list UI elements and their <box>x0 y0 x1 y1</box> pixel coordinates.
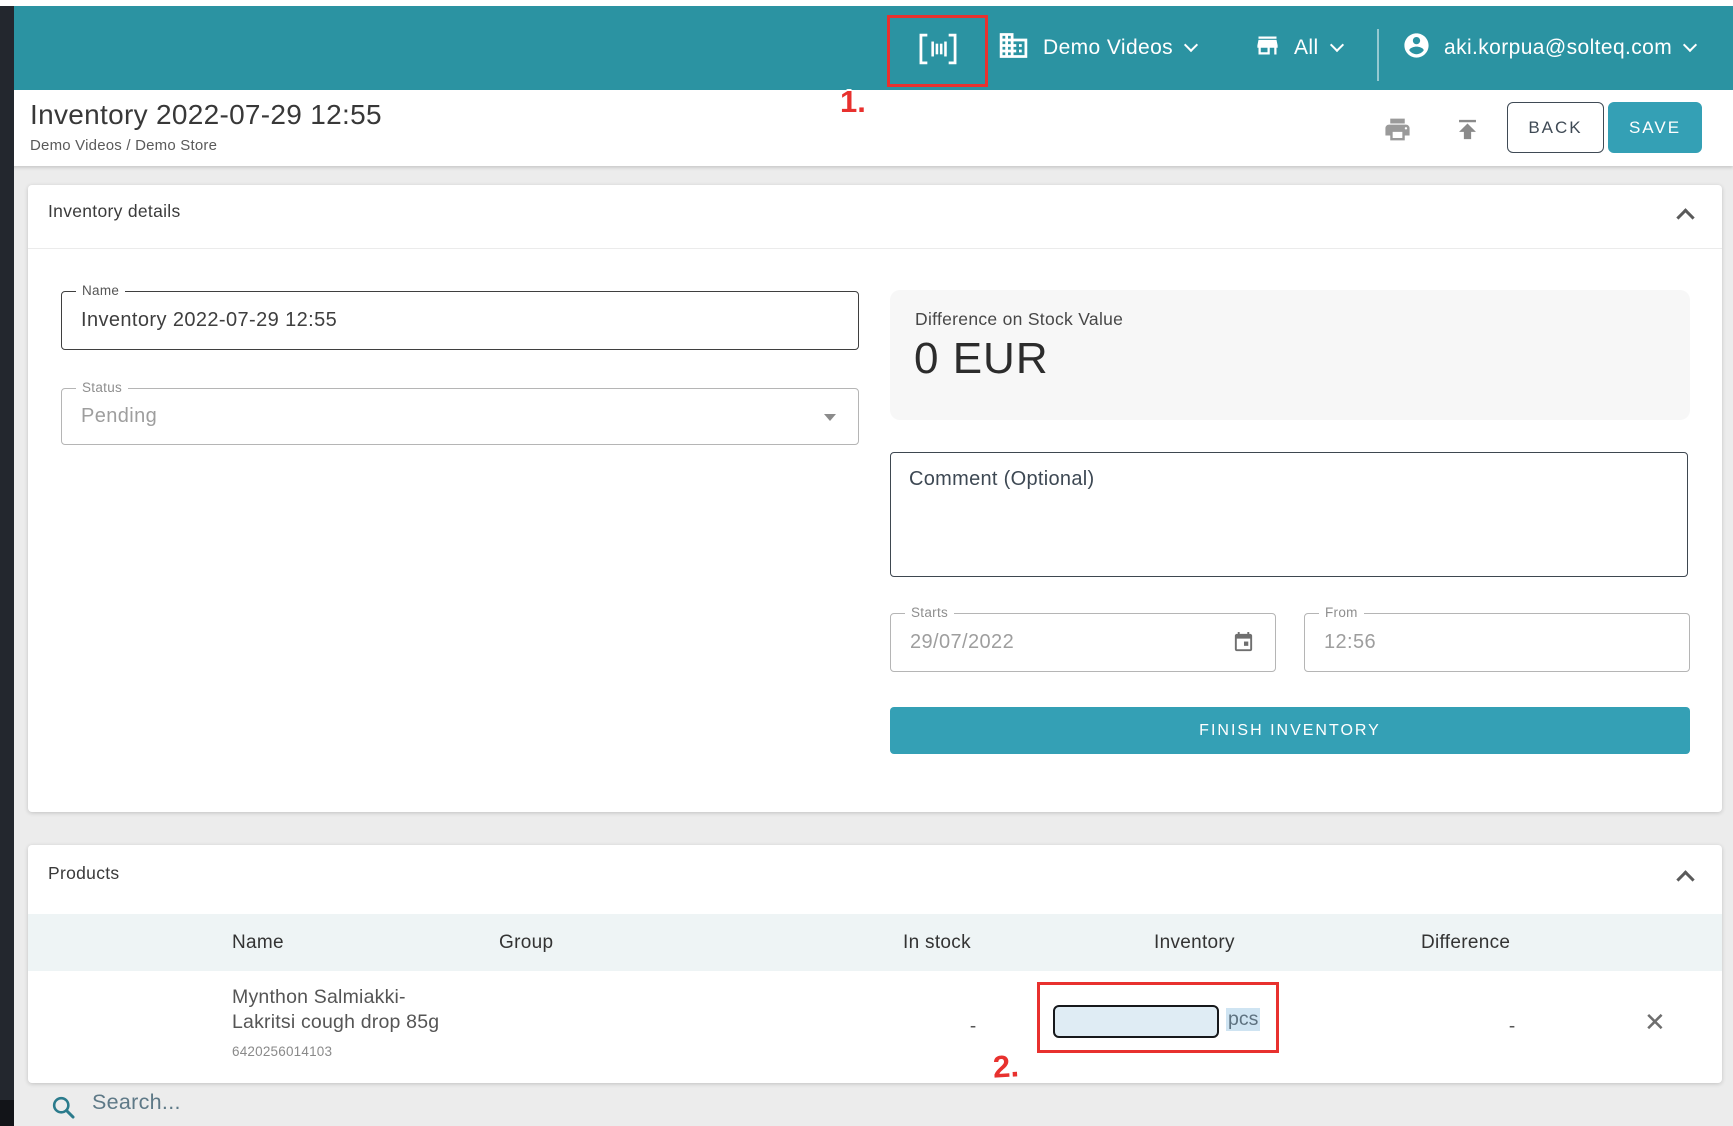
divider <box>28 248 1722 249</box>
chevron-down-icon <box>1329 38 1343 52</box>
product-ean: 6420256014103 <box>232 1039 440 1064</box>
calendar-icon[interactable] <box>1232 631 1255 659</box>
column-header-name: Name <box>232 914 284 971</box>
app-topbar: Demo Videos All aki.korpua@solteq.com <box>0 6 1733 90</box>
company-selector[interactable]: Demo Videos <box>997 6 1196 90</box>
dropdown-arrow-icon <box>824 414 836 421</box>
comment-field[interactable] <box>890 452 1688 577</box>
page-header: Inventory 2022-07-29 12:55 Demo Videos /… <box>0 90 1733 166</box>
inventory-quantity-input[interactable] <box>1055 1007 1219 1036</box>
top-edge-strip <box>0 0 1733 6</box>
search-bar[interactable] <box>14 1086 1733 1126</box>
upload-icon[interactable] <box>1453 115 1482 149</box>
building-icon <box>997 29 1030 67</box>
column-header-difference: Difference <box>1421 914 1510 971</box>
from-field[interactable]: From <box>1304 613 1690 672</box>
inventory-details-title: Inventory details <box>48 201 181 222</box>
search-input[interactable] <box>92 1090 792 1115</box>
name-field[interactable]: Name <box>61 291 859 350</box>
annotation-box-2: pcs <box>1037 982 1279 1053</box>
name-input[interactable] <box>62 292 778 349</box>
starts-input[interactable] <box>891 614 1179 671</box>
collapse-chevron-icon[interactable] <box>1676 870 1694 888</box>
product-name-cell: Mynthon Salmiakki-Lakritsi cough drop 85… <box>232 985 440 1064</box>
collapse-chevron-icon[interactable] <box>1676 208 1694 226</box>
store-selector[interactable]: All <box>1254 6 1342 90</box>
page-title: Inventory 2022-07-29 12:55 <box>30 99 382 131</box>
company-selector-label: Demo Videos <box>1043 36 1173 60</box>
column-header-in-stock: In stock <box>903 914 971 971</box>
user-menu[interactable]: aki.korpua@solteq.com <box>1402 6 1695 90</box>
user-email: aki.korpua@solteq.com <box>1444 36 1672 60</box>
table-row: Mynthon Salmiakki-Lakritsi cough drop 85… <box>28 971 1722 1083</box>
column-header-group: Group <box>499 914 553 971</box>
column-header-inventory: Inventory <box>1154 914 1235 971</box>
chevron-down-icon <box>1683 38 1697 52</box>
product-name: Mynthon Salmiakki-Lakritsi cough drop 85… <box>232 985 440 1035</box>
annotation-step-2: 2. <box>992 1048 1020 1085</box>
status-value: Pending <box>62 389 858 444</box>
difference-value-cell: - <box>1482 971 1542 1083</box>
account-avatar-icon <box>1402 31 1431 65</box>
background-window-edge-footer <box>0 1100 14 1126</box>
status-field[interactable]: Status Pending <box>61 388 859 445</box>
topbar-divider <box>1377 29 1379 81</box>
annotation-step-1: 1. <box>840 84 866 120</box>
starts-field[interactable]: Starts <box>890 613 1276 672</box>
chevron-down-icon <box>1184 38 1198 52</box>
inventory-quantity-field[interactable] <box>1053 1005 1219 1038</box>
annotation-box-1 <box>887 15 988 87</box>
starts-field-label: Starts <box>905 605 954 620</box>
products-card: Products Name Group In stock Inventory D… <box>28 845 1722 1083</box>
remove-row-icon[interactable]: ✕ <box>1644 1009 1666 1035</box>
difference-label: Difference on Stock Value <box>915 309 1123 330</box>
save-button[interactable]: SAVE <box>1608 102 1702 153</box>
barcode-scan-icon[interactable] <box>918 33 958 70</box>
comment-textarea[interactable] <box>891 453 1687 576</box>
inventory-details-card: Inventory details Name Status Pending Di… <box>28 185 1722 812</box>
store-selector-label: All <box>1294 36 1319 60</box>
background-window-edge <box>0 6 14 1126</box>
back-button[interactable]: BACK <box>1507 102 1604 153</box>
store-icon <box>1254 32 1281 64</box>
from-field-label: From <box>1319 605 1364 620</box>
status-field-label: Status <box>76 380 128 395</box>
from-input[interactable] <box>1305 614 1651 671</box>
print-icon[interactable] <box>1383 115 1412 149</box>
search-icon <box>50 1094 77 1126</box>
name-field-label: Name <box>76 283 125 298</box>
products-table-header: Name Group In stock Inventory Difference <box>28 914 1722 971</box>
products-title: Products <box>48 863 119 884</box>
difference-value: 0 EUR <box>914 334 1049 384</box>
difference-panel: Difference on Stock Value 0 EUR <box>890 290 1690 420</box>
unit-label: pcs <box>1226 1008 1260 1031</box>
breadcrumb: Demo Videos / Demo Store <box>30 137 217 154</box>
finish-inventory-button[interactable]: FINISH INVENTORY <box>890 707 1690 754</box>
